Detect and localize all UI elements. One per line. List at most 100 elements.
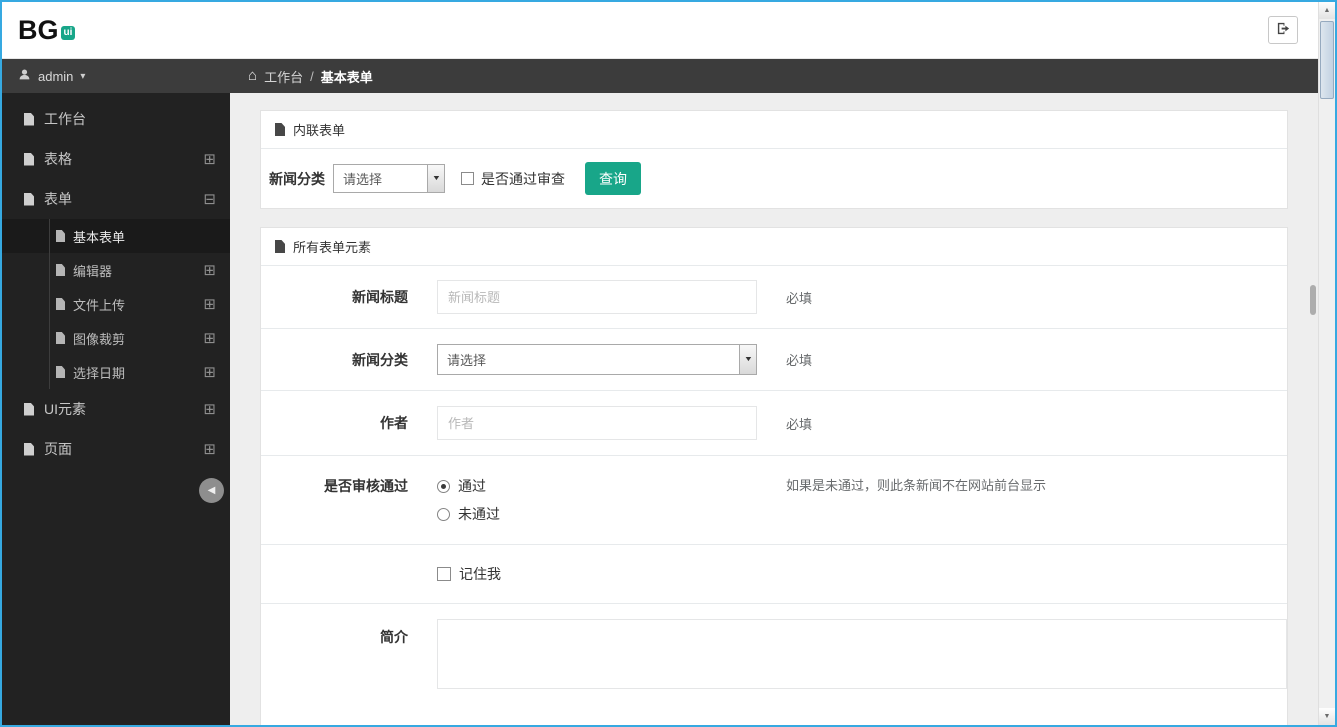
form-row-news-category: 新闻分类 请选择 ▼ 必填 bbox=[261, 329, 1287, 391]
remember-check-line: 记住我 bbox=[437, 564, 757, 584]
form-row-intro: 简介 bbox=[261, 604, 1287, 709]
intro-label: 简介 bbox=[380, 629, 408, 645]
expand-plus-icon[interactable]: ⊞ bbox=[203, 402, 216, 417]
radio-line-pass: 通过 bbox=[437, 476, 757, 496]
chevron-down-icon: ▼ bbox=[431, 175, 441, 182]
form-row-author: 作者 必填 bbox=[261, 391, 1287, 456]
expand-plus-icon[interactable]: ⊞ bbox=[203, 442, 216, 457]
intro-textarea[interactable] bbox=[437, 619, 1287, 689]
pass-radio[interactable] bbox=[437, 479, 450, 493]
select-dropdown-button[interactable]: ▼ bbox=[427, 165, 444, 192]
browser-window: BG ui admin ▾ 工作台 表格 ⊞ 表单 ⊟ 基本表单 编辑器 ⊞ 文… bbox=[0, 0, 1337, 727]
sidebar-subitem-label: 文件上传 bbox=[73, 297, 126, 313]
sidebar-item-tables[interactable]: 表格 ⊞ bbox=[2, 139, 230, 179]
inline-form-panel: 内联表单 新闻分类 请选择 ▼ 是否通过审查 查询 bbox=[260, 110, 1288, 209]
sidebar-subitem-image-crop[interactable]: 图像裁剪 ⊞ bbox=[2, 321, 230, 355]
sidebar-subitem-basic-form[interactable]: 基本表单 bbox=[2, 219, 230, 253]
select-value: 请选择 bbox=[343, 172, 383, 187]
form-row-submit bbox=[261, 709, 1287, 725]
document-icon bbox=[24, 402, 34, 416]
breadcrumb: ⌂ 工作台 / 基本表单 bbox=[230, 59, 1318, 93]
app-root: BG ui admin ▾ 工作台 表格 ⊞ 表单 ⊟ 基本表单 编辑器 ⊞ 文… bbox=[2, 2, 1318, 725]
scroll-up-button[interactable]: ▲ bbox=[1319, 2, 1335, 19]
fail-radio[interactable] bbox=[437, 507, 450, 521]
forms-submenu: 基本表单 编辑器 ⊞ 文件上传 ⊞ 图像裁剪 ⊞ 选择日期 ⊞ bbox=[2, 219, 230, 389]
document-icon bbox=[56, 230, 65, 242]
query-button[interactable]: 查询 bbox=[585, 162, 641, 195]
breadcrumb-workbench-link[interactable]: 工作台 bbox=[264, 67, 303, 86]
collapse-minus-icon[interactable]: ⊟ bbox=[203, 192, 216, 207]
news-category-select[interactable]: 请选择 ▼ bbox=[333, 164, 445, 193]
breadcrumb-current: 基本表单 bbox=[320, 69, 373, 85]
radio-line-fail: 未通过 bbox=[437, 504, 757, 524]
inline-form-body: 新闻分类 请选择 ▼ 是否通过审查 查询 bbox=[261, 149, 1287, 208]
form-row-review-status: 是否审核通过 通过 未通过 如果是未通过，则此条新闻不在网站前台显示 bbox=[261, 456, 1287, 545]
content-scrollbar-thumb[interactable] bbox=[1310, 285, 1316, 315]
panel-header: 所有表单元素 bbox=[261, 228, 1287, 266]
expand-plus-icon[interactable]: ⊞ bbox=[203, 152, 216, 167]
expand-plus-icon[interactable]: ⊞ bbox=[203, 365, 216, 380]
sidebar-user-menu[interactable]: admin ▾ bbox=[2, 59, 230, 93]
window-scrollbar[interactable]: ▲ ▼ bbox=[1318, 2, 1335, 725]
sidebar-item-label: 表格 bbox=[44, 151, 72, 167]
sidebar-item-ui-elements[interactable]: UI元素 ⊞ bbox=[2, 389, 230, 429]
document-icon bbox=[56, 332, 65, 344]
review-checkbox-label: 是否通过审查 bbox=[481, 170, 565, 187]
app-logo[interactable]: BG ui bbox=[18, 15, 76, 45]
news-title-label: 新闻标题 bbox=[352, 289, 408, 305]
author-input[interactable] bbox=[437, 406, 757, 440]
document-icon bbox=[24, 442, 34, 456]
review-hint-text: 如果是未通过，则此条新闻不在网站前台显示 bbox=[786, 478, 1047, 493]
remember-checkbox-label: 记住我 bbox=[459, 566, 501, 582]
required-hint: 必填 bbox=[786, 353, 813, 368]
scroll-up-icon: ▲ bbox=[1323, 7, 1331, 14]
logout-icon bbox=[1276, 21, 1291, 39]
sidebar-item-label: UI元素 bbox=[44, 401, 86, 417]
review-check-line: 是否通过审查 bbox=[461, 169, 565, 189]
document-icon bbox=[24, 152, 34, 166]
logo-text: BG bbox=[18, 15, 59, 45]
document-icon bbox=[56, 298, 65, 310]
sidebar-subitem-file-upload[interactable]: 文件上传 ⊞ bbox=[2, 287, 230, 321]
scroll-down-button[interactable]: ▼ bbox=[1319, 708, 1335, 725]
sidebar-item-pages[interactable]: 页面 ⊞ bbox=[2, 429, 230, 469]
panel-header: 内联表单 bbox=[261, 111, 1287, 149]
select-dropdown-button[interactable]: ▼ bbox=[739, 345, 756, 374]
document-icon bbox=[275, 240, 285, 253]
chevron-down-icon: ▼ bbox=[743, 356, 753, 363]
review-checkbox[interactable] bbox=[461, 172, 474, 185]
sidebar-subitem-date-picker[interactable]: 选择日期 ⊞ bbox=[2, 355, 230, 389]
sidebar-item-label: 工作台 bbox=[44, 111, 86, 127]
scrollbar-thumb[interactable] bbox=[1320, 21, 1334, 99]
document-icon bbox=[56, 366, 65, 378]
sidebar-subitem-editor[interactable]: 编辑器 ⊞ bbox=[2, 253, 230, 287]
document-icon bbox=[56, 264, 65, 276]
panel-title: 所有表单元素 bbox=[293, 240, 372, 255]
select-value: 请选择 bbox=[447, 353, 487, 368]
document-icon bbox=[24, 112, 34, 126]
form-row-remember-me: 记住我 bbox=[261, 545, 1287, 604]
all-form-elements-panel: 所有表单元素 新闻标题 必填 新闻分类 bbox=[260, 227, 1288, 725]
content-area: 内联表单 新闻分类 请选择 ▼ 是否通过审查 查询 所有表单元素 新闻标题 新闻… bbox=[230, 93, 1318, 725]
news-category-select-large[interactable]: 请选择 ▼ bbox=[437, 344, 757, 375]
expand-plus-icon[interactable]: ⊞ bbox=[203, 263, 216, 278]
sidebar-item-label: 页面 bbox=[44, 441, 72, 457]
top-header: BG ui bbox=[2, 2, 1318, 59]
sidebar-subitem-label: 基本表单 bbox=[73, 229, 126, 245]
sidebar-subitem-label: 编辑器 bbox=[73, 263, 113, 279]
required-hint: 必填 bbox=[786, 290, 813, 306]
expand-plus-icon[interactable]: ⊞ bbox=[203, 331, 216, 346]
logout-button[interactable] bbox=[1268, 16, 1298, 44]
pass-radio-label: 通过 bbox=[458, 478, 486, 494]
scroll-down-icon: ▼ bbox=[1323, 713, 1331, 720]
remember-checkbox[interactable] bbox=[437, 567, 451, 581]
sidebar-item-forms[interactable]: 表单 ⊟ bbox=[2, 179, 230, 219]
body-row: admin ▾ 工作台 表格 ⊞ 表单 ⊟ 基本表单 编辑器 ⊞ 文件上传 ⊞ … bbox=[2, 59, 1318, 725]
expand-plus-icon[interactable]: ⊞ bbox=[203, 297, 216, 312]
sidebar-collapse-button[interactable]: ◀ bbox=[199, 478, 224, 503]
sidebar: admin ▾ 工作台 表格 ⊞ 表单 ⊟ 基本表单 编辑器 ⊞ 文件上传 ⊞ … bbox=[2, 59, 230, 725]
breadcrumb-separator: / bbox=[310, 68, 314, 84]
logo-badge: ui bbox=[60, 26, 76, 40]
news-title-input[interactable] bbox=[437, 280, 757, 314]
sidebar-item-workbench[interactable]: 工作台 bbox=[2, 99, 230, 139]
